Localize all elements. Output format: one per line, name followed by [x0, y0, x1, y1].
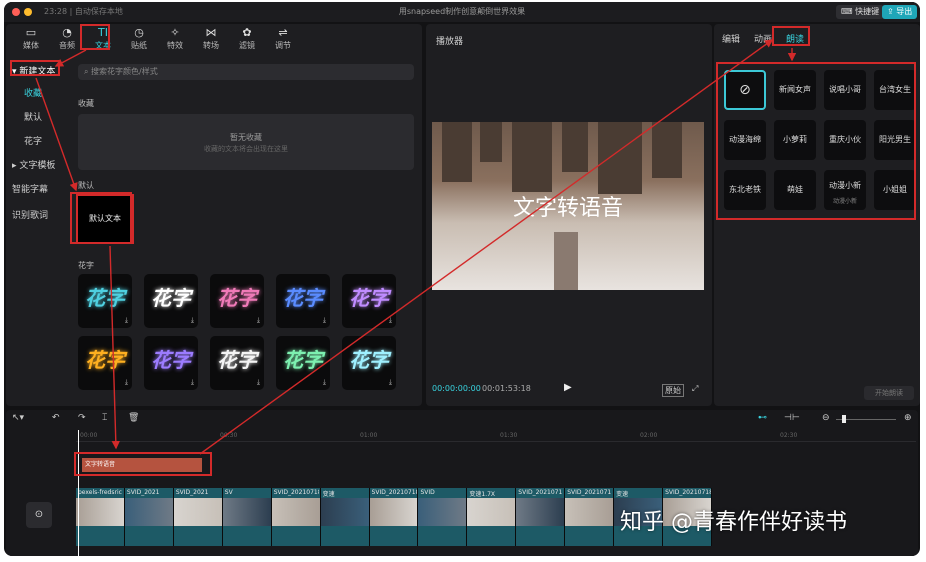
arrow-clip-to-read: [199, 39, 774, 455]
arrow-new-to-default: [35, 77, 78, 192]
annotation-arrows: [35, 39, 797, 455]
arrow-text-to-new: [54, 49, 87, 67]
watermark: 知乎 @青春作伴好读书: [620, 510, 847, 535]
arrow-default-to-clip: [109, 245, 120, 450]
